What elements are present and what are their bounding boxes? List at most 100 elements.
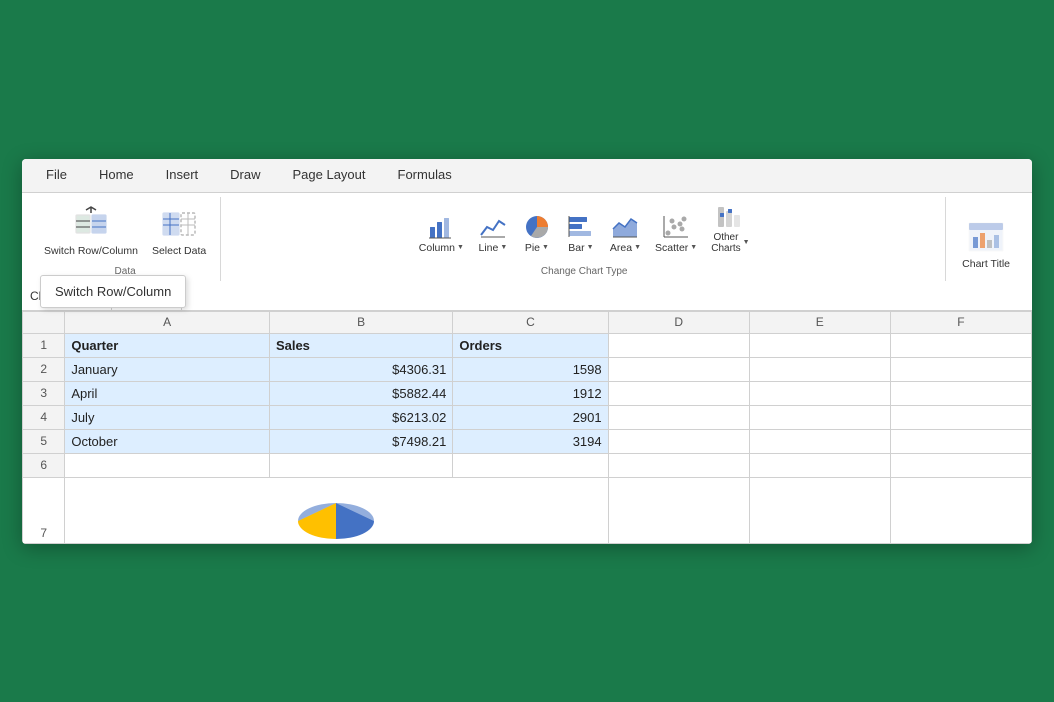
cell-e2[interactable]: [749, 357, 890, 381]
cell-b2[interactable]: $4306.31: [269, 357, 452, 381]
cell-e1[interactable]: [749, 333, 890, 357]
cell-c1[interactable]: Orders: [453, 333, 608, 357]
chart-title-label: Chart Title: [962, 258, 1010, 271]
pie-chart-button[interactable]: Pie ▼: [517, 209, 557, 257]
cell-f5[interactable]: [890, 429, 1031, 453]
switch-row-col-label: Switch Row/Column: [44, 245, 138, 258]
cell-f7[interactable]: [890, 477, 1031, 543]
cell-c6[interactable]: [453, 453, 608, 477]
table-row: 3 April $5882.44 1912: [23, 381, 1032, 405]
line-dropdown-arrow: ▼: [500, 244, 507, 251]
other-charts-dropdown-arrow: ▼: [743, 239, 750, 246]
tab-file[interactable]: File: [30, 159, 83, 192]
scatter-chart-label: Scatter ▼: [655, 242, 697, 254]
bar-dropdown-arrow: ▼: [587, 244, 594, 251]
cell-c4[interactable]: 2901: [453, 405, 608, 429]
chart-title-buttons: Chart Title: [956, 197, 1016, 277]
cell-a4[interactable]: July: [65, 405, 270, 429]
column-dropdown-arrow: ▼: [457, 244, 464, 251]
row-header-1: 1: [23, 333, 65, 357]
scatter-dropdown-arrow: ▼: [690, 244, 697, 251]
tab-draw[interactable]: Draw: [214, 159, 276, 192]
col-header-f[interactable]: F: [890, 311, 1031, 333]
cell-f6[interactable]: [890, 453, 1031, 477]
cell-a3[interactable]: April: [65, 381, 270, 405]
col-header-e[interactable]: E: [749, 311, 890, 333]
cell-a5[interactable]: October: [65, 429, 270, 453]
cell-e4[interactable]: [749, 405, 890, 429]
ribbon-group-chart-types: Column ▼ Line ▼: [223, 197, 946, 281]
table-row: 2 January $4306.31 1598: [23, 357, 1032, 381]
chart-type-buttons: Column ▼ Line ▼: [414, 197, 755, 277]
select-data-button[interactable]: Select Data: [146, 200, 212, 262]
tab-page-layout[interactable]: Page Layout: [277, 159, 382, 192]
area-dropdown-arrow: ▼: [634, 244, 641, 251]
ribbon-group-buttons-data: Switch Row/Column: [38, 197, 212, 264]
column-chart-button[interactable]: Column ▼: [414, 209, 469, 257]
cell-b1[interactable]: Sales: [269, 333, 452, 357]
cell-f3[interactable]: [890, 381, 1031, 405]
bar-chart-button[interactable]: Bar ▼: [561, 209, 601, 257]
cell-d3[interactable]: [608, 381, 749, 405]
row-header-7: 7: [23, 477, 65, 543]
cell-c3[interactable]: 1912: [453, 381, 608, 405]
cell-d6[interactable]: [608, 453, 749, 477]
bar-chart-label: Bar ▼: [568, 242, 593, 254]
row-header-5: 5: [23, 429, 65, 453]
cell-b5[interactable]: $7498.21: [269, 429, 452, 453]
scatter-chart-button[interactable]: Scatter ▼: [650, 209, 702, 257]
line-chart-button[interactable]: Line ▼: [473, 209, 513, 257]
cell-a1[interactable]: Quarter: [65, 333, 270, 357]
spreadsheet-table: A B C D E F 1 Quarter Sales Orders: [22, 311, 1032, 544]
cell-b4[interactable]: $6213.02: [269, 405, 452, 429]
cell-d2[interactable]: [608, 357, 749, 381]
other-charts-icon: [715, 202, 745, 232]
cell-f1[interactable]: [890, 333, 1031, 357]
ribbon-group-data: Switch Row/Column: [30, 197, 221, 281]
cell-d4[interactable]: [608, 405, 749, 429]
switch-row-col-icon: [71, 204, 111, 244]
column-header-row: A B C D E F: [23, 311, 1032, 333]
cell-e5[interactable]: [749, 429, 890, 453]
cell-c5[interactable]: 3194: [453, 429, 608, 453]
area-chart-button[interactable]: Area ▼: [605, 209, 646, 257]
col-header-b[interactable]: B: [269, 311, 452, 333]
cell-e7[interactable]: [749, 477, 890, 543]
switch-row-col-button[interactable]: Switch Row/Column: [38, 200, 144, 262]
row-header-4: 4: [23, 405, 65, 429]
tab-formulas[interactable]: Formulas: [382, 159, 468, 192]
col-header-c[interactable]: C: [453, 311, 608, 333]
ribbon-content: Switch Row/Column: [22, 193, 1032, 283]
cell-c2[interactable]: 1598: [453, 357, 608, 381]
column-chart-icon: [426, 212, 456, 242]
ribbon-tabs: File Home Insert Draw Page Layout Formul…: [22, 159, 1032, 193]
pie-chart-icon: [522, 212, 552, 242]
cell-b6[interactable]: [269, 453, 452, 477]
chart-title-button[interactable]: Chart Title: [956, 213, 1016, 275]
row-header-2: 2: [23, 357, 65, 381]
line-chart-icon: [478, 212, 508, 242]
select-data-icon: [159, 204, 199, 244]
cell-d7[interactable]: [608, 477, 749, 543]
chart-preview: [291, 483, 381, 543]
other-charts-button[interactable]: OtherCharts ▼: [706, 199, 754, 257]
cell-d5[interactable]: [608, 429, 749, 453]
cell-a6[interactable]: [65, 453, 270, 477]
scatter-chart-icon: [661, 212, 691, 242]
cell-a2[interactable]: January: [65, 357, 270, 381]
col-header-a[interactable]: A: [65, 311, 270, 333]
cell-e3[interactable]: [749, 381, 890, 405]
area-chart-icon: [610, 212, 640, 242]
cell-b3[interactable]: $5882.44: [269, 381, 452, 405]
tab-home[interactable]: Home: [83, 159, 150, 192]
table-row: 1 Quarter Sales Orders: [23, 333, 1032, 357]
formula-input[interactable]: [182, 283, 1032, 310]
cell-f4[interactable]: [890, 405, 1031, 429]
cell-e6[interactable]: [749, 453, 890, 477]
tab-insert[interactable]: Insert: [150, 159, 215, 192]
col-header-d[interactable]: D: [608, 311, 749, 333]
cell-f2[interactable]: [890, 357, 1031, 381]
chart-title-icon: [966, 217, 1006, 257]
select-data-label: Select Data: [152, 245, 206, 258]
cell-d1[interactable]: [608, 333, 749, 357]
